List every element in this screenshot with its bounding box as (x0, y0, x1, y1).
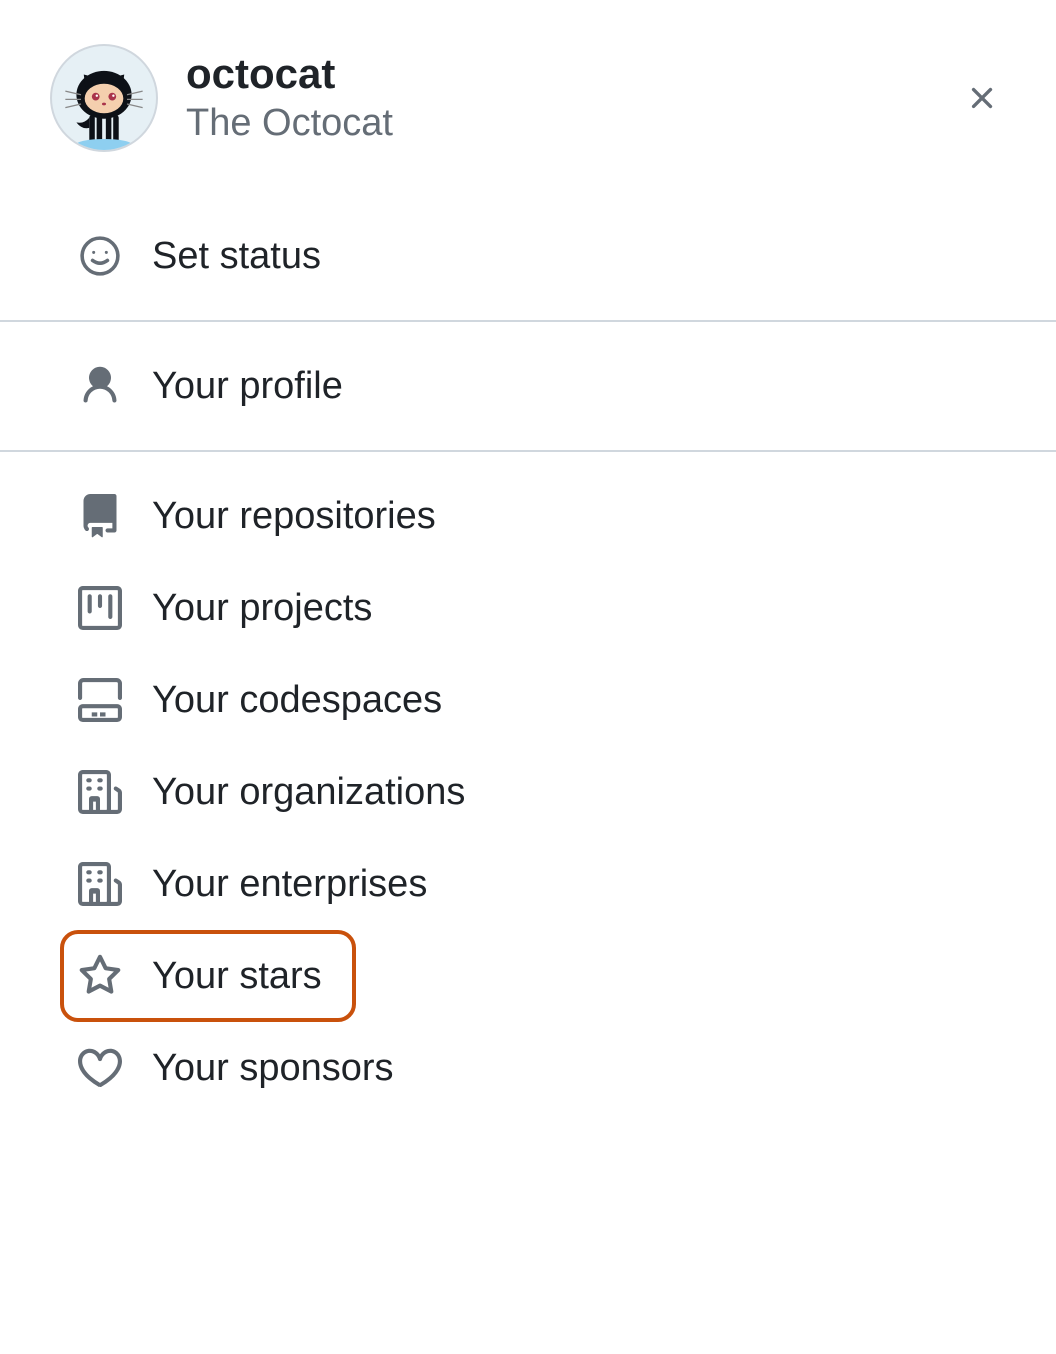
organization-icon (78, 770, 122, 814)
codespaces-icon (78, 678, 122, 722)
user-text-block: octocat The Octocat (186, 51, 393, 144)
star-icon (78, 954, 122, 998)
heart-icon (78, 1046, 122, 1090)
menu-label: Set status (152, 235, 321, 278)
menu-label: Your profile (152, 365, 343, 408)
menu-item-your-repositories[interactable]: Your repositories (0, 470, 1056, 562)
section-status: Set status (0, 192, 1056, 320)
menu-label: Your sponsors (152, 1047, 394, 1090)
menu-label: Your projects (152, 587, 372, 630)
menu-label: Your repositories (152, 495, 436, 538)
menu-item-your-sponsors[interactable]: Your sponsors (0, 1022, 1056, 1114)
octocat-icon (58, 58, 150, 150)
menu-label: Your enterprises (152, 863, 427, 906)
project-icon (78, 586, 122, 630)
username: octocat (186, 51, 393, 97)
menu-item-your-projects[interactable]: Your projects (0, 562, 1056, 654)
user-header: octocat The Octocat (0, 44, 1056, 192)
avatar[interactable] (50, 44, 158, 152)
enterprise-icon (78, 862, 122, 906)
user-menu-panel: octocat The Octocat Set status (0, 0, 1056, 1132)
menu-item-your-codespaces[interactable]: Your codespaces (0, 654, 1056, 746)
menu-label: Your codespaces (152, 679, 442, 722)
menu-item-your-stars[interactable]: Your stars (60, 930, 356, 1022)
close-button[interactable] (958, 74, 1006, 122)
display-name: The Octocat (186, 102, 393, 145)
menu-item-set-status[interactable]: Set status (0, 210, 1056, 302)
smiley-icon (78, 234, 122, 278)
menu-item-your-profile[interactable]: Your profile (0, 340, 1056, 432)
menu-item-your-enterprises[interactable]: Your enterprises (0, 838, 1056, 930)
menu-label: Your organizations (152, 771, 465, 814)
section-profile: Your profile (0, 322, 1056, 450)
menu-item-your-organizations[interactable]: Your organizations (0, 746, 1056, 838)
x-icon (964, 80, 1000, 116)
person-icon (78, 364, 122, 408)
section-main: Your repositories Your projects Your cod… (0, 452, 1056, 1132)
repo-icon (78, 494, 122, 538)
menu-label: Your stars (152, 955, 322, 998)
